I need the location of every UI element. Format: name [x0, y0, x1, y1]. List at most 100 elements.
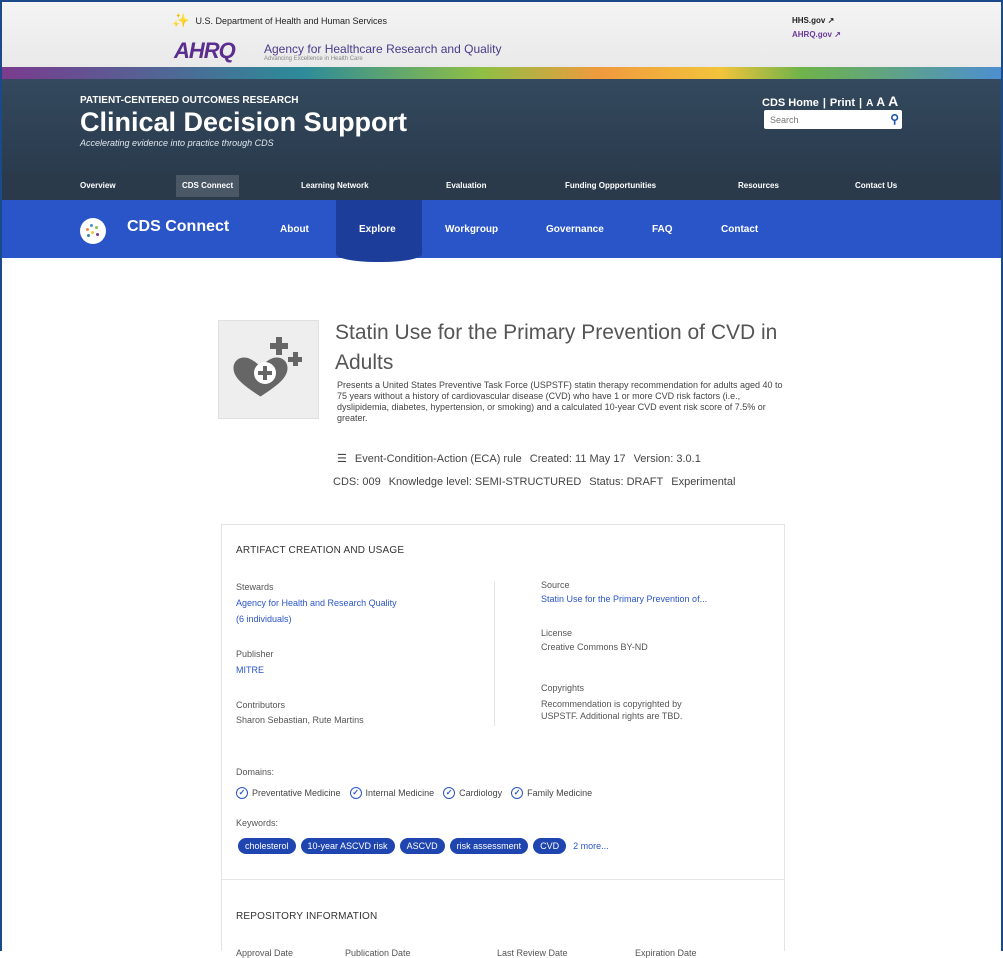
artifact-type: Event-Condition-Action (ECA) rule [354, 453, 522, 465]
domains-label: Domains: [236, 767, 275, 777]
card-heading: ARTIFACT CREATION AND USAGE [236, 545, 405, 556]
cds-header: PATIENT-CENTERED OUTCOMES RESEARCH Clini… [2, 79, 1001, 172]
ahrq-logo[interactable]: AHRQ [174, 38, 236, 64]
ahrq-tagline: Advancing Excellence in Health Care [264, 56, 363, 62]
artifact-version: Version: 3.0.1 [633, 453, 701, 465]
check-circle-icon: ✓ [511, 787, 524, 799]
domains-list: ✓ Preventative Medicine ✓ Internal Medicin… [236, 787, 592, 799]
nav-contact-us[interactable]: Contact Us [855, 172, 897, 200]
list-icon: ☰ [337, 453, 347, 465]
tab-about[interactable]: About [280, 224, 309, 235]
cds-connect-name[interactable]: CDS Connect [127, 218, 229, 236]
nav-overview[interactable]: Overview [80, 172, 116, 200]
font-small-button[interactable]: A [866, 98, 873, 109]
stewards-label: Stewards [236, 582, 274, 592]
repo-col-last-review: Last Review Date [497, 948, 568, 958]
domain-item: ✓ Preventative Medicine [236, 787, 341, 799]
license-value: Creative Commons BY-ND [541, 642, 648, 652]
hhs-gov-label: HHS.gov [792, 16, 826, 25]
divider: | [822, 97, 826, 109]
artifact-experimental: Experimental [671, 476, 736, 488]
artifact-card: ARTIFACT CREATION AND USAGE Stewards Age… [221, 524, 785, 958]
domain-label: Cardiology [459, 788, 503, 798]
cds-connect-bar: CDS Connect About Explore Workgroup Gove… [2, 200, 1001, 262]
divider: | [858, 97, 863, 109]
print-link[interactable]: Print [830, 97, 855, 109]
keywords-label: Keywords: [236, 818, 279, 828]
external-link-icon: ↗ [827, 16, 835, 25]
artifact-heart-icon [218, 320, 319, 419]
keywords-list: cholesterol 10-year ASCVD risk ASCVD ris… [238, 838, 609, 854]
domain-label: Internal Medicine [365, 788, 435, 798]
artifact-description: Presents a United States Preventive Task… [337, 380, 783, 423]
repo-heading: REPOSITORY INFORMATION [236, 911, 378, 922]
copyrights-line-1: Recommendation is copyrighted by [541, 699, 682, 709]
artifact-meta-row-2: CDS: 009 Knowledge level: SEMI-STRUCTURED… [333, 476, 743, 488]
color-band [2, 67, 1001, 79]
cds-home-link[interactable]: CDS Home [762, 97, 819, 109]
nav-resources[interactable]: Resources [738, 172, 779, 200]
check-circle-icon: ✓ [236, 787, 248, 799]
artifact-title: Statin Use for the Primary Prevention of… [335, 321, 778, 374]
main-nav: Overview CDS Connect Learning Network Ev… [2, 172, 1001, 200]
font-medium-button[interactable]: A [876, 95, 885, 109]
keyword-tag[interactable]: risk assessment [449, 838, 529, 854]
repo-col-publication: Publication Date [345, 948, 411, 958]
nav-learning-network[interactable]: Learning Network [301, 172, 369, 200]
hhs-links: HHS.gov ↗ AHRQ.gov ↗ [792, 14, 841, 42]
stewards-link[interactable]: Agency for Health and Research Quality [236, 598, 397, 608]
header-kicker: PATIENT-CENTERED OUTCOMES RESEARCH [80, 95, 299, 106]
header-tagline: Accelerating evidence into practice thro… [80, 138, 274, 148]
keyword-tag[interactable]: CVD [533, 838, 567, 854]
nav-evaluation[interactable]: Evaluation [446, 172, 486, 200]
tab-faq[interactable]: FAQ [652, 224, 673, 235]
tab-governance[interactable]: Governance [546, 224, 604, 235]
tab-workgroup[interactable]: Workgroup [445, 224, 498, 235]
artifact-knowledge: Knowledge level: SEMI-STRUCTURED [388, 476, 582, 488]
hhs-dept-text: U.S. Department of Health and Human Serv… [195, 15, 388, 26]
domain-label: Family Medicine [527, 788, 593, 798]
search-icon[interactable]: ⚲ [890, 112, 899, 126]
artifact-status: Status: DRAFT [589, 476, 664, 488]
contributors-value: Sharon Sebastian, Rute Martins [236, 715, 364, 725]
check-circle-icon: ✓ [443, 787, 456, 799]
artifact-created: Created: 11 May 17 [529, 453, 626, 465]
tab-contact[interactable]: Contact [721, 224, 758, 235]
page-title[interactable]: Clinical Decision Support [80, 107, 407, 138]
publisher-label: Publisher [236, 649, 274, 659]
search-input[interactable] [764, 110, 876, 130]
ahrq-gov-link[interactable]: AHRQ.gov ↗ [792, 28, 841, 42]
domain-item: ✓ Family Medicine [511, 787, 592, 799]
search-box: ⚲ [764, 110, 902, 130]
hhs-dept-line[interactable]: ✨ U.S. Department of Health and Human Se… [172, 12, 387, 29]
stewards-count-link[interactable]: (6 individuals) [236, 614, 292, 624]
source-label: Source [541, 580, 570, 590]
domain-item: ✓ Internal Medicine [349, 787, 435, 799]
publisher-link[interactable]: MITRE [236, 665, 264, 675]
check-circle-icon: ✓ [349, 787, 362, 799]
copyrights-label: Copyrights [541, 683, 585, 693]
header-links: CDS Home | Print | A A A [762, 93, 898, 109]
more-keywords-link[interactable]: 2 more... [573, 841, 609, 851]
font-large-button[interactable]: A [888, 93, 898, 109]
cds-connect-logo-icon[interactable] [80, 218, 106, 244]
ahrq-agency-name[interactable]: Agency for Healthcare Research and Quali… [264, 42, 501, 56]
keyword-tag[interactable]: cholesterol [238, 838, 296, 854]
license-label: License [541, 628, 573, 638]
source-link[interactable]: Statin Use for the Primary Prevention of… [541, 594, 707, 604]
artifact-cds: CDS: 009 [333, 476, 381, 488]
tab-explore[interactable]: Explore [359, 224, 396, 235]
keyword-tag[interactable]: 10-year ASCVD risk [300, 838, 395, 854]
external-link-icon: ↗ [834, 30, 841, 39]
nav-funding[interactable]: Funding Oppportunities [565, 172, 656, 200]
hhs-gov-link[interactable]: HHS.gov ↗ [792, 14, 841, 28]
section-divider [222, 879, 784, 880]
hhs-eagle-icon: ✨ [172, 12, 190, 28]
repo-col-expiration: Expiration Date [635, 948, 697, 958]
artifact-meta-row-1: ☰ Event-Condition-Action (ECA) rule Create… [337, 452, 709, 465]
copyrights-line-2: USPSTF. Additional rights are TBD. [541, 711, 683, 721]
ahrq-gov-label: AHRQ.gov [792, 30, 832, 39]
keyword-tag[interactable]: ASCVD [399, 838, 445, 854]
column-divider [494, 581, 495, 726]
nav-cds-connect[interactable]: CDS Connect [176, 175, 240, 197]
